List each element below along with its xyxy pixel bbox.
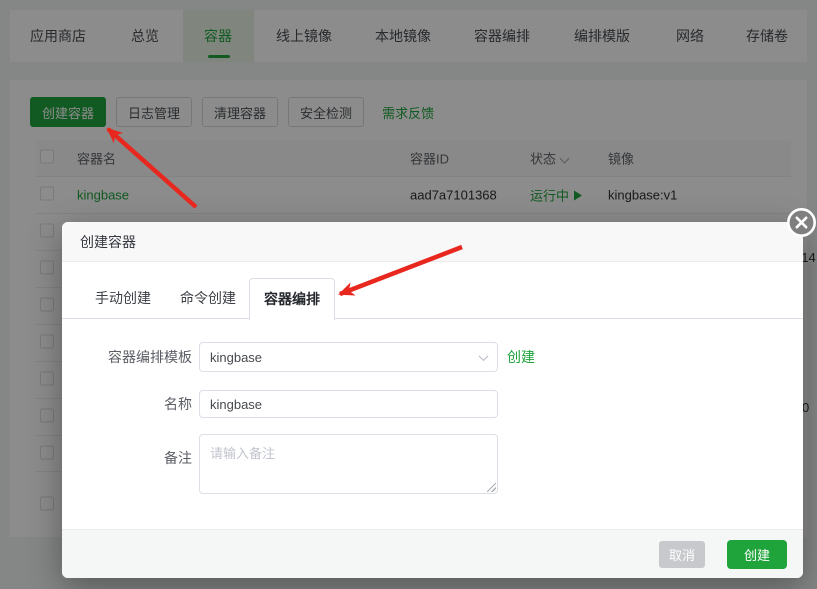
dialog-header: 创建容器 (62, 222, 803, 262)
dialog-title: 创建容器 (80, 234, 136, 250)
confirm-create-button[interactable]: 创建 (726, 539, 787, 569)
remark-label: 备注 (164, 450, 192, 466)
create-template-link[interactable]: 创建 (507, 347, 535, 367)
create-container-dialog: 创建容器 手动创建 命令创建 容器编排 容器编排模板 kingbase 创建 名… (62, 222, 803, 578)
cancel-button[interactable]: 取消 (658, 540, 705, 568)
tab-compose-create[interactable]: 容器编排 (249, 278, 335, 320)
form-row-remark: 备注 (62, 434, 803, 494)
chevron-down-icon (478, 350, 489, 361)
tab-manual-create[interactable]: 手动创建 (95, 278, 151, 319)
form-row-template: 容器编排模板 kingbase 创建 (62, 342, 803, 372)
name-input[interactable] (199, 390, 498, 418)
template-label: 容器编排模板 (108, 349, 192, 365)
dialog-close-button[interactable] (786, 207, 817, 238)
dialog-footer: 取消 创建 (62, 529, 803, 578)
remark-textarea[interactable] (199, 434, 498, 494)
tab-command-create[interactable]: 命令创建 (180, 278, 236, 319)
template-select[interactable]: kingbase (199, 342, 498, 372)
dialog-tabs: 手动创建 命令创建 容器编排 (62, 278, 803, 320)
name-label: 名称 (164, 396, 192, 412)
form-row-name: 名称 (62, 390, 803, 418)
template-select-value: kingbase (210, 349, 263, 365)
